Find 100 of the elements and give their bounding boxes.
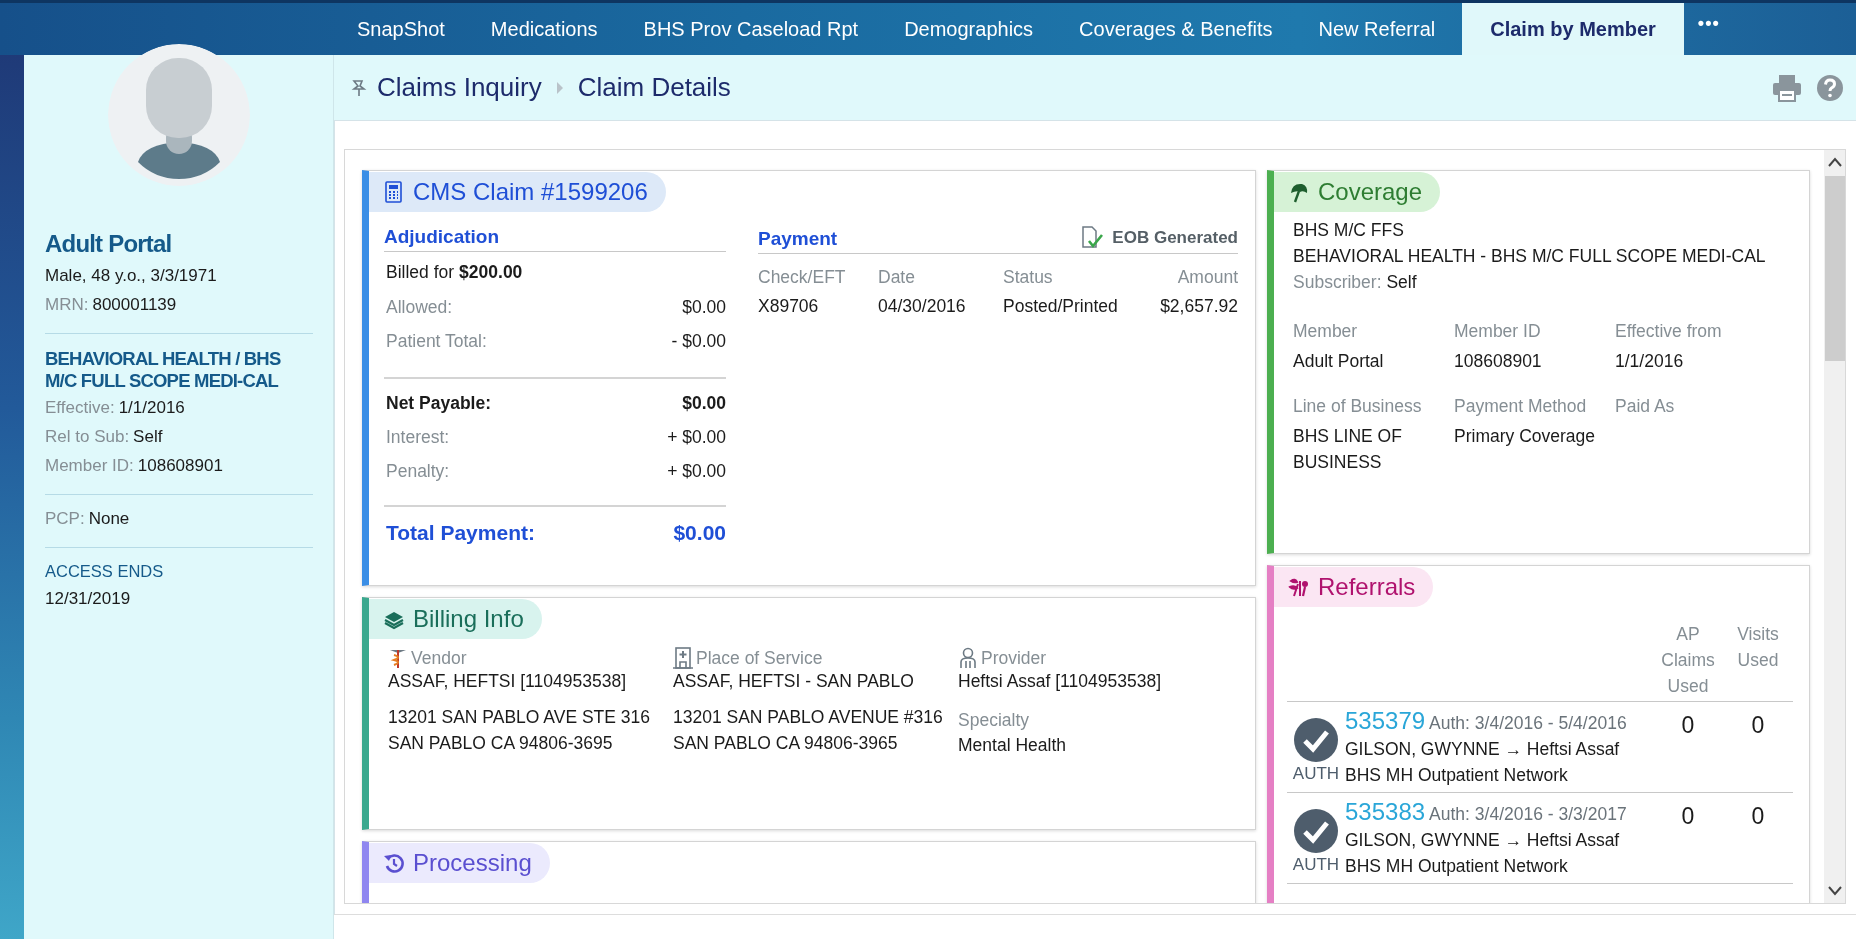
plan-field-label: Member ID: <box>45 456 134 475</box>
pcp-label: PCP: <box>45 509 85 528</box>
card-title: CMS Claim #1599206 <box>413 178 648 206</box>
tab[interactable]: Coverages & Benefits <box>1056 3 1296 55</box>
field-label: Paid As <box>1615 396 1676 417</box>
amount-label: Interest: <box>386 427 450 448</box>
plan-name: BEHAVIORAL HEALTH - BHS M/C FULL SCOPE MEDI-CAL <box>1293 246 1767 267</box>
field-value: Adult Portal <box>1293 350 1385 373</box>
tab[interactable]: Medications <box>467 3 621 55</box>
address-line: 13201 SAN PABLO AVE STE 316 <box>388 706 651 729</box>
patient-name: Adult Portal <box>45 230 173 258</box>
plan-field-label: Rel to Sub: <box>45 427 130 446</box>
field-label: Member ID <box>1454 321 1542 342</box>
amount-value: $0.00 <box>682 297 726 318</box>
field-label: Effective from <box>1615 321 1723 342</box>
amount-label: Net Payable: <box>386 393 492 414</box>
amount-value: - $0.00 <box>671 331 726 352</box>
column-header: AP Claims Used <box>1660 623 1716 698</box>
field-value: Heftsi Assaf [1104953538] <box>958 671 1162 692</box>
field-value: ASSAF, HEFTSI [1104953538] <box>388 671 627 692</box>
card-title: Processing <box>413 849 532 877</box>
amount-label: Patient Total: <box>386 331 487 352</box>
breadcrumb-link[interactable]: Claim Details <box>577 72 731 103</box>
referral-icon <box>1288 576 1310 598</box>
status-label: AUTH <box>1292 855 1340 875</box>
column-header: Amount <box>1176 267 1238 288</box>
column-header: Date <box>878 267 916 288</box>
plan-field-value: Self <box>133 427 163 446</box>
card-title: Coverage <box>1318 178 1423 206</box>
amount-label: Allowed: <box>386 297 453 318</box>
tab[interactable]: BHS Prov Caseload Rpt <box>620 3 882 55</box>
tab[interactable]: Demographics <box>881 3 1057 55</box>
field-value: Primary Coverage <box>1454 425 1597 448</box>
mrn-value: 800001139 <box>92 295 177 314</box>
breadcrumb-link[interactable]: Claims Inquiry <box>377 72 542 103</box>
plan-field-value: 108608901 <box>137 456 223 475</box>
access-ends-label: ACCESS ENDS <box>45 562 165 581</box>
amount-value: + $0.00 <box>667 427 726 448</box>
amount-label: Penalty: <box>386 461 450 482</box>
more-tabs-button[interactable]: ••• <box>1683 3 1734 55</box>
card-title: Referrals <box>1318 573 1416 601</box>
field-value: ASSAF, HEFTSI - SAN PABLO <box>673 671 915 692</box>
field-label: Vendor <box>411 648 467 669</box>
status-label: AUTH <box>1292 764 1340 784</box>
field-value: Mental Health <box>958 735 1067 756</box>
field-value: 1/1/2016 <box>1615 350 1685 373</box>
address-line: SAN PABLO CA 94806-3695 <box>388 732 614 755</box>
tab[interactable]: New Referral <box>1295 3 1459 55</box>
tab[interactable]: SnapShot <box>334 3 468 55</box>
history-icon <box>383 852 405 874</box>
total-label: Total Payment: <box>386 521 535 545</box>
check-circle-icon <box>1294 718 1338 762</box>
field-label: Specialty <box>958 710 1030 731</box>
network-name: BHS MH Outpatient Network <box>1345 764 1569 787</box>
subscriber-value: Self <box>1386 272 1417 292</box>
section-heading: Payment <box>758 228 838 250</box>
hospital-icon <box>673 647 693 669</box>
column-header: Visits Used <box>1736 623 1780 672</box>
document-check-icon <box>1080 226 1105 250</box>
field-label: Place of Service <box>696 648 823 669</box>
scroll-thumb[interactable] <box>1824 176 1845 361</box>
scroll-up-icon[interactable] <box>1826 156 1843 168</box>
network-name: BHS MH Outpatient Network <box>1345 855 1569 878</box>
amount-value: $0.00 <box>682 393 726 414</box>
caduceus-icon <box>388 647 408 669</box>
table-cell-text: 04/30/2016 <box>878 296 967 317</box>
plan-field-value: 1/1/2016 <box>118 398 185 417</box>
eob-status: EOB Generated <box>1112 228 1238 248</box>
pin-icon <box>350 78 368 97</box>
scrollbar[interactable] <box>1824 150 1845 903</box>
person-icon <box>958 647 978 669</box>
table-cell-text: 0 <box>1680 711 1696 740</box>
billed-amount: $200.00 <box>459 262 523 282</box>
field-label: Provider <box>981 648 1047 669</box>
table-cell-text: Posted/Printed <box>1003 296 1119 317</box>
column-header: Check/EFT <box>758 267 847 288</box>
calculator-icon <box>383 181 405 203</box>
table-cell-text: 0 <box>1680 802 1696 831</box>
referral-route: GILSON, GWYNNE → Heftsi Assaf <box>1345 738 1621 761</box>
billed-label: Billed for <box>386 262 455 282</box>
check-circle-icon <box>1294 809 1338 853</box>
print-icon[interactable] <box>1772 73 1802 102</box>
table-cell-text: $2,657.92 <box>1159 296 1238 317</box>
field-label: Member <box>1293 321 1359 342</box>
pcp-value: None <box>88 509 130 528</box>
address-line: 13201 SAN PABLO AVENUE #316 <box>673 706 944 729</box>
column-header: Status <box>1003 267 1054 288</box>
scroll-down-icon[interactable] <box>1826 885 1843 897</box>
umbrella-icon <box>1288 181 1310 203</box>
address-line: SAN PABLO CA 94806-3965 <box>673 732 899 755</box>
help-icon[interactable] <box>1816 73 1844 102</box>
access-ends-date: 12/31/2019 <box>45 589 132 609</box>
table-cell-text: 0 <box>1750 711 1766 740</box>
mrn-label: MRN: <box>45 295 89 314</box>
auth-dates: Auth: 3/4/2016 - 3/3/2017 <box>1429 803 1627 826</box>
field-value: 108608901 <box>1454 350 1543 373</box>
table-cell-text: X89706 <box>758 296 820 317</box>
total-value: $0.00 <box>673 521 726 545</box>
tab[interactable]: Claim by Member <box>1462 3 1684 55</box>
subscriber-label: Subscriber: <box>1293 272 1383 292</box>
